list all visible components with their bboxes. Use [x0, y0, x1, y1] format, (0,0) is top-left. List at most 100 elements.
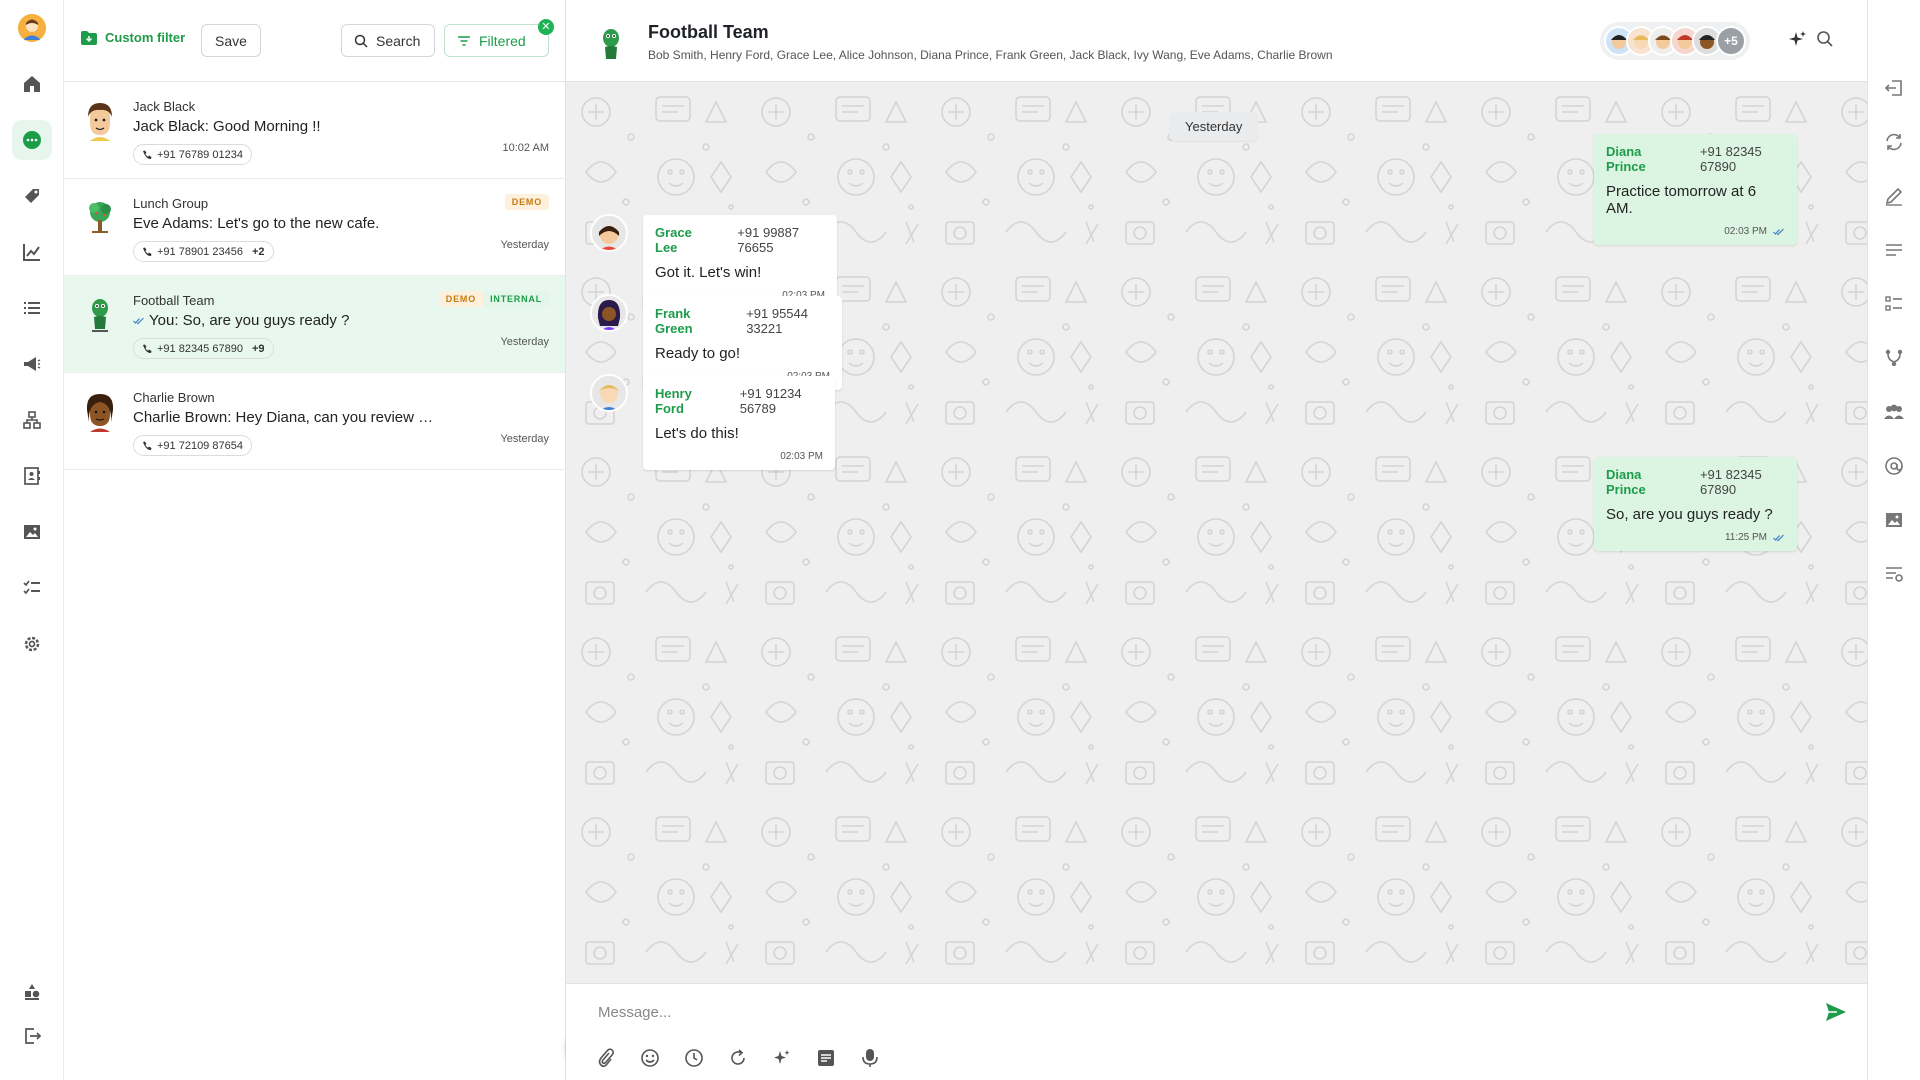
phone-chip: +91 72109 87654	[133, 435, 252, 456]
message-text: Got it. Let's win!	[655, 264, 762, 281]
text-lines-icon[interactable]	[1884, 240, 1904, 260]
message-phone: +91 91234 56789	[739, 386, 802, 416]
message-input[interactable]	[598, 1002, 1778, 1022]
media-gallery-icon[interactable]	[1884, 510, 1904, 530]
phone-text: +91 76789 01234	[157, 148, 243, 161]
chat-row-jack-black[interactable]: Jack Black Jack Black: Good Morning !! +…	[64, 82, 565, 179]
attachment-icon[interactable]	[594, 1046, 618, 1070]
media-icon[interactable]	[12, 512, 52, 552]
analytics-icon[interactable]	[12, 232, 52, 272]
sync-icon[interactable]	[1884, 132, 1904, 152]
list-icon[interactable]	[12, 288, 52, 328]
user-avatar[interactable]	[18, 14, 46, 42]
megaphone-icon[interactable]	[12, 344, 52, 384]
sender-avatar	[590, 374, 628, 412]
tasks-icon[interactable]	[12, 568, 52, 608]
phone-chip: +91 78901 23456 +2	[133, 241, 274, 262]
group-avatar[interactable]	[596, 27, 626, 63]
extra-participants-count: +2	[251, 245, 265, 258]
refresh-icon[interactable]	[726, 1046, 750, 1070]
custom-filter-label: Custom filter	[105, 30, 186, 45]
chat-row-lunch-group[interactable]: Lunch Group DEMO Eve Adams: Let's go to …	[64, 179, 565, 276]
filter-lines-icon	[458, 35, 470, 46]
search-icon	[354, 34, 368, 48]
tag-icon[interactable]	[12, 176, 52, 216]
schedule-clock-icon[interactable]	[682, 1046, 706, 1070]
incoming-message[interactable]: Henry Ford +91 91234 56789 Let's do this!…	[643, 376, 835, 470]
ai-sparkle-icon[interactable]	[1788, 30, 1808, 50]
chat-last-message-text: You: So, are you guys ready ?	[149, 312, 350, 329]
more-participants-count[interactable]: +5	[1716, 26, 1746, 56]
chat-last-message: Eve Adams: Let's go to the new cafe.	[133, 215, 379, 232]
phone-icon	[143, 247, 152, 256]
home-icon[interactable]	[12, 64, 52, 104]
participants-avatar-stack[interactable]: +5	[1600, 22, 1750, 60]
double-check-icon	[1773, 534, 1784, 541]
conversation-members: Bob Smith, Henry Ford, Grace Lee, Alice …	[648, 48, 1333, 62]
phone-text: +91 82345 67890	[157, 342, 243, 355]
chat-name: Lunch Group	[133, 196, 209, 211]
contacts-book-icon[interactable]	[12, 456, 52, 496]
edit-pencil-icon[interactable]	[1884, 186, 1904, 206]
message-text: Ready to go!	[655, 345, 741, 362]
composer-toolbar	[594, 1046, 882, 1070]
phone-icon	[143, 344, 152, 353]
message-sender: Grace Lee	[655, 225, 692, 255]
message-sender: Henry Ford	[655, 386, 692, 416]
message-composer	[566, 983, 1867, 1080]
phone-chip: +91 82345 67890 +9	[133, 338, 274, 359]
chat-row-charlie-brown[interactable]: Charlie Brown Charlie Brown: Hey Diana, …	[64, 373, 565, 470]
checklist-icon[interactable]	[1884, 294, 1904, 314]
template-icon[interactable]	[814, 1046, 838, 1070]
outgoing-message[interactable]: Diana Prince +91 82345 67890 So, are you …	[1594, 457, 1797, 551]
date-separator: Yesterday	[1169, 112, 1259, 141]
logout-icon[interactable]	[12, 1016, 52, 1056]
settings-gear-icon[interactable]	[12, 624, 52, 664]
flow-icon[interactable]	[12, 400, 52, 440]
chat-last-message-text: Eve Adams: Let's go to the new cafe.	[133, 215, 380, 232]
search-button[interactable]: Search	[341, 24, 435, 57]
exit-chat-icon[interactable]	[1884, 78, 1904, 98]
message-sender: Diana Prince	[1606, 467, 1646, 497]
chat-list-panel: Custom filter Save Search Filtered ✕ Jac…	[64, 0, 614, 1080]
chat-row-football-team[interactable]: Football Team DEMO INTERNAL You: So, are…	[64, 276, 565, 373]
chats-icon[interactable]	[12, 120, 52, 160]
chat-name: Football Team	[133, 293, 215, 308]
chat-time: 10:02 AM	[502, 142, 549, 154]
filtered-label: Filtered	[479, 32, 526, 49]
incoming-message[interactable]: Grace Lee +91 99887 76655 Got it. Let's w…	[643, 215, 837, 309]
send-icon[interactable]	[1825, 1002, 1847, 1022]
outgoing-message[interactable]: Diana Prince +91 82345 67890 Practice tom…	[1594, 134, 1797, 245]
avatar	[82, 295, 118, 335]
chat-last-message-text: Jack Black: Good Morning !!	[133, 118, 321, 135]
folder-filter-icon	[81, 30, 97, 45]
search-label: Search	[376, 32, 421, 49]
message-time: 11:25 PM	[1724, 532, 1767, 543]
integrations-icon[interactable]	[12, 972, 52, 1012]
phone-text: +91 78901 23456	[157, 245, 243, 258]
message-text: So, are you guys ready ?	[1606, 506, 1773, 523]
internal-tag: INTERNAL	[483, 291, 549, 307]
filter-settings-icon[interactable]	[1884, 564, 1904, 584]
filtered-button[interactable]: Filtered ✕	[444, 19, 554, 57]
message-sender: Frank Green	[655, 306, 693, 336]
message-time: 02:03 PM	[1724, 226, 1767, 237]
custom-filter-button[interactable]: Custom filter	[81, 30, 185, 45]
left-nav-rail	[0, 0, 64, 1080]
chat-name: Jack Black	[133, 99, 196, 114]
group-members-icon[interactable]	[1883, 402, 1905, 422]
mention-icon[interactable]	[1884, 456, 1904, 476]
avatar	[82, 198, 118, 238]
microphone-icon[interactable]	[858, 1046, 882, 1070]
message-text: Let's do this!	[655, 425, 739, 442]
branch-flow-icon[interactable]	[1884, 348, 1904, 368]
save-button[interactable]: Save	[201, 24, 261, 57]
message-text: Practice tomorrow at 6 AM.	[1606, 183, 1757, 217]
chat-list-toolbar: Custom filter Save Search Filtered ✕	[64, 0, 565, 82]
clear-filter-icon[interactable]: ✕	[538, 19, 554, 35]
emoji-icon[interactable]	[638, 1046, 662, 1070]
conversation-header: Football Team Bob Smith, Henry Ford, Gra…	[566, 0, 1867, 82]
ai-sparkle-icon[interactable]	[770, 1046, 794, 1070]
sender-avatar	[590, 294, 628, 332]
search-icon[interactable]	[1816, 30, 1834, 48]
